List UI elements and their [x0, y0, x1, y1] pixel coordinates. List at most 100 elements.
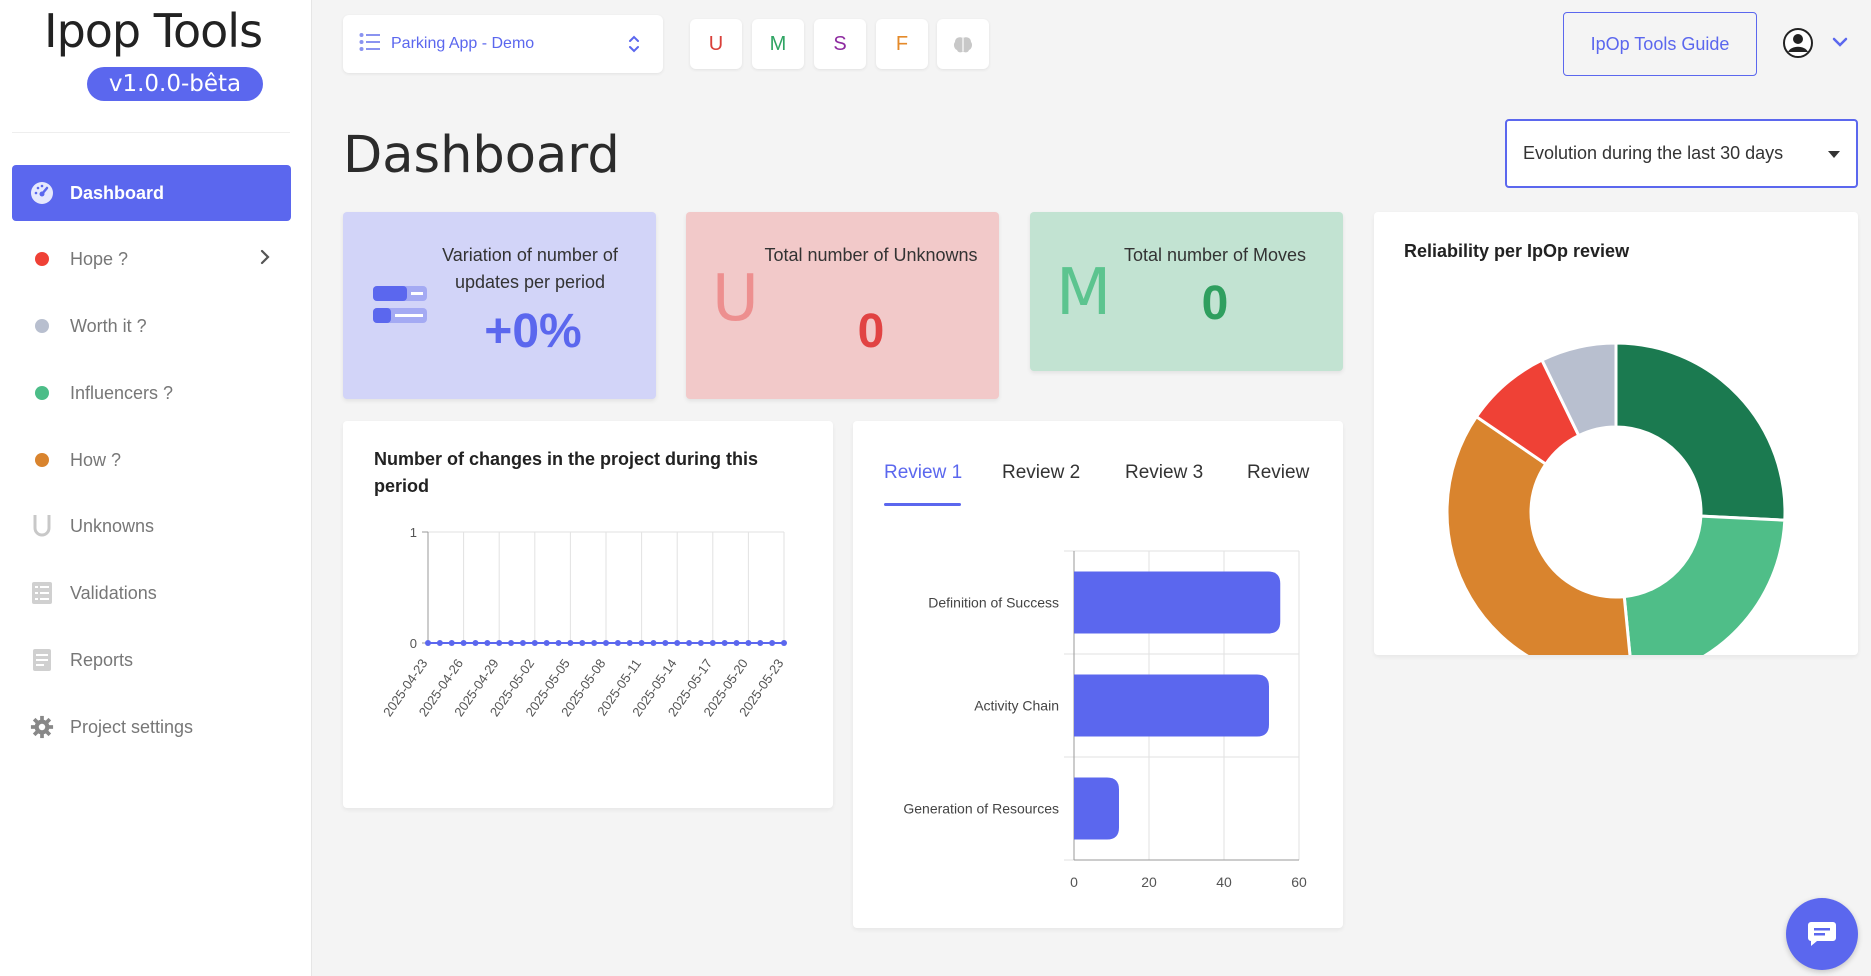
data-point — [436, 640, 443, 646]
sidebar-item-hope[interactable]: Hope ? — [12, 231, 291, 287]
tab-active-indicator — [884, 503, 961, 506]
sidebar-item-label: How ? — [70, 449, 122, 470]
tab-review-2[interactable]: Review 2 — [1002, 462, 1080, 484]
stat-label: Total number of Unknowns — [764, 245, 978, 265]
filter-label: F — [895, 33, 909, 55]
page-title: Dashboard — [343, 126, 620, 185]
project-select[interactable]: Parking App - Demo — [343, 15, 663, 73]
data-point — [567, 640, 574, 646]
changes-card: Number of changes in the project during … — [343, 421, 833, 808]
reviews-bar-chart: 0 20 40 60 Definition of Success Activity Cha… — [903, 550, 1307, 890]
sidebar-item-label: Influencers ? — [70, 382, 174, 403]
donut-slice — [1614, 341, 1787, 522]
checklist-icon — [30, 581, 54, 605]
filter-label: S — [833, 33, 847, 55]
sidebar-item-label: Project settings — [70, 716, 194, 737]
sidebar-item-label: Validations — [70, 582, 157, 603]
bar — [1074, 571, 1281, 634]
sidebar-item-validations[interactable]: Validations — [12, 565, 291, 621]
data-point — [769, 640, 776, 646]
red-dot-icon — [30, 247, 54, 271]
y-tick-label: 1 — [410, 525, 417, 540]
data-point — [781, 640, 787, 646]
green-dot-icon — [30, 381, 54, 405]
data-point — [603, 640, 609, 646]
stat-label: Total number of Moves — [1123, 245, 1307, 265]
changes-line-chart: 2025-04-232025-04-262025-04-292025-05-02… — [380, 525, 787, 719]
reliability-donut-chart — [1445, 341, 1787, 655]
sidebar-item-label: Worth it ? — [70, 315, 147, 336]
gear-icon — [30, 715, 54, 739]
chat-bubble-icon — [1807, 920, 1837, 948]
data-point — [531, 640, 538, 646]
tab-review-4[interactable]: Review — [1247, 462, 1309, 484]
sidebar-item-label: Reports — [70, 649, 134, 670]
divider — [12, 132, 290, 133]
sidebar-item-reports[interactable]: Reports — [12, 632, 291, 688]
sidebar-item-unknowns[interactable]: Unknowns — [12, 498, 291, 554]
chevron-right-icon — [259, 248, 271, 271]
user-avatar-icon[interactable] — [1782, 27, 1814, 59]
bar — [1074, 674, 1269, 737]
tab-review-1[interactable]: Review 1 — [884, 462, 962, 484]
data-point — [614, 640, 621, 646]
y-category-label: Generation of Resources — [903, 801, 1059, 817]
list-icon — [359, 32, 381, 57]
sidebar-item-label: Dashboard — [70, 182, 165, 203]
sidebar-item-dashboard[interactable]: Dashboard — [12, 165, 291, 221]
data-point — [697, 640, 704, 646]
filter-brain-button[interactable] — [937, 19, 989, 69]
document-icon — [30, 648, 54, 672]
filter-s-button[interactable]: S — [814, 19, 866, 69]
data-point — [650, 640, 657, 646]
caret-down-icon — [1828, 151, 1840, 158]
app-title: Ipop Tools — [44, 4, 263, 58]
filter-f-button[interactable]: F — [876, 19, 928, 69]
brain-icon — [953, 36, 973, 54]
u-letter-icon — [30, 514, 54, 538]
data-point — [686, 640, 693, 646]
stat-card-variation: Variation of number of updates per perio… — [343, 212, 656, 399]
data-point — [496, 640, 503, 646]
data-point — [448, 640, 455, 646]
stat-card-moves: M Total number of Moves 0 — [1030, 212, 1343, 371]
sidebar-item-influencers[interactable]: Influencers ? — [12, 365, 291, 421]
data-point — [745, 640, 752, 646]
donut-slice — [1622, 514, 1787, 655]
data-point — [460, 640, 467, 646]
chevron-down-icon[interactable] — [1831, 35, 1849, 53]
sidebar-item-project-settings[interactable]: Project settings — [12, 699, 291, 755]
sidebar-item-label: Unknowns — [70, 515, 155, 536]
data-point — [425, 640, 431, 646]
filter-label: M — [769, 33, 787, 55]
data-point — [484, 640, 491, 646]
y-tick-label: 0 — [410, 636, 417, 651]
sidebar-item-how[interactable]: How ? — [12, 432, 291, 488]
period-select-value: Evolution during the last 30 days — [1523, 143, 1784, 163]
stat-value: 0 — [857, 305, 885, 358]
bar — [1074, 777, 1119, 840]
data-point — [733, 640, 740, 646]
filter-m-button[interactable]: M — [752, 19, 804, 69]
data-point — [519, 640, 526, 646]
x-tick-label: 20 — [1141, 874, 1157, 890]
tab-review-3[interactable]: Review 3 — [1125, 462, 1203, 484]
period-select[interactable]: Evolution during the last 30 days — [1505, 119, 1858, 188]
stat-label: Variation of number of updates per perio… — [442, 245, 618, 292]
y-category-label: Definition of Success — [928, 595, 1059, 611]
stat-value: 0 — [1201, 277, 1229, 330]
data-point — [757, 640, 764, 646]
data-point — [662, 640, 669, 646]
chat-button[interactable] — [1786, 898, 1858, 970]
guide-button[interactable]: IpOp Tools Guide — [1563, 12, 1757, 76]
sidebar-item-worth-it[interactable]: Worth it ? — [12, 298, 291, 354]
filter-u-button[interactable]: U — [690, 19, 742, 69]
x-tick-label: 40 — [1216, 874, 1232, 890]
sidebar: Ipop Tools v1.0.0-bêta Dashboard Hope ? … — [0, 0, 312, 976]
filter-label: U — [708, 33, 724, 55]
x-tick-label: 60 — [1291, 874, 1307, 890]
data-point — [626, 640, 633, 646]
updown-chevron-icon — [627, 33, 641, 60]
data-point — [508, 640, 515, 646]
data-point — [555, 640, 562, 646]
